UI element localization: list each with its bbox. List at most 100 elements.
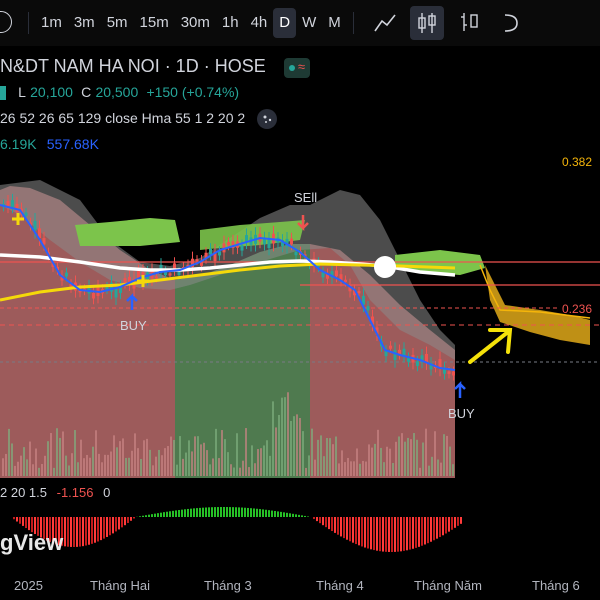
volume-bar	[56, 428, 58, 476]
volume-bar	[278, 414, 280, 476]
candle	[65, 272, 68, 277]
macd-bar	[337, 517, 339, 535]
bars-icon[interactable]	[452, 6, 486, 40]
volume-bar	[389, 448, 391, 476]
macd-bar	[388, 517, 390, 552]
volume-bar	[182, 458, 184, 476]
volume-bar	[269, 455, 271, 476]
volume-bar	[263, 445, 265, 476]
volume-bar	[281, 397, 283, 476]
volume-bar	[200, 444, 202, 476]
macd-bar	[403, 517, 405, 551]
volume-bar	[344, 462, 346, 476]
volume-bar	[14, 465, 16, 476]
volume-bar	[83, 458, 85, 476]
macd-bar	[289, 513, 291, 517]
volume-bar	[68, 465, 70, 476]
volume-bar	[371, 447, 373, 476]
plus-icon	[0, 11, 12, 33]
macd-params[interactable]: 2 20 1.5	[0, 485, 47, 500]
macd-bar	[400, 517, 402, 552]
volume-bar	[320, 435, 322, 476]
candle	[452, 371, 455, 376]
volume-bar	[443, 434, 445, 476]
timeframe-5m[interactable]: 5m	[101, 8, 134, 38]
price-chart[interactable]: SEll BUY BUY	[0, 170, 600, 570]
tradingview-logo[interactable]: gView	[0, 530, 63, 556]
indicator-legend: 26 52 26 65 129 close Hma 55 1 2 20 2	[0, 109, 278, 129]
timeframe-3m[interactable]: 3m	[68, 8, 101, 38]
volume-bar	[116, 447, 118, 476]
volume-bar	[17, 461, 19, 476]
macd-bar	[121, 517, 123, 528]
macd-bar	[298, 514, 300, 517]
volume-bar	[236, 433, 238, 476]
timeframe-M[interactable]: M	[322, 8, 347, 38]
volume-bar	[437, 459, 439, 476]
macd-bar	[301, 515, 303, 517]
macd-bar	[304, 515, 306, 517]
x-label-may: Tháng Năm	[414, 578, 482, 593]
time-axis[interactable]: 2025 Tháng Hai Tháng 3 Tháng 4 Tháng Năm…	[0, 568, 600, 600]
timeframe-30m[interactable]: 30m	[175, 8, 216, 38]
macd-bar	[112, 517, 114, 534]
volume-bar	[404, 441, 406, 476]
macd-bar	[442, 517, 444, 536]
volume-bar	[380, 447, 382, 476]
volume-bar	[194, 436, 196, 476]
volume-bar	[149, 449, 151, 476]
macd-bar	[148, 514, 150, 517]
macd-bar	[352, 517, 354, 543]
timeframe-1m[interactable]: 1m	[35, 8, 68, 38]
volume-bar	[203, 442, 205, 476]
volume-bar	[377, 429, 379, 476]
volume-bar	[215, 428, 217, 476]
macd-bar	[157, 513, 159, 517]
macd-bar	[145, 515, 147, 517]
macd-bar	[424, 517, 426, 545]
candle	[240, 245, 244, 251]
candle	[24, 212, 28, 216]
macd-bar	[256, 508, 258, 517]
volume-bar	[332, 444, 334, 476]
volume-bar	[134, 433, 136, 476]
volume-bar	[326, 437, 328, 476]
volume-bar	[422, 442, 424, 476]
volume-bar	[155, 456, 157, 476]
volume-bar	[383, 462, 385, 476]
macd-bar	[241, 507, 243, 517]
add-symbol-button[interactable]	[0, 0, 22, 46]
more-icon[interactable]	[494, 6, 528, 40]
macd-bar	[391, 517, 393, 552]
macd-bar	[211, 507, 213, 517]
volume-bar	[173, 439, 175, 476]
x-label-feb: Tháng Hai	[90, 578, 150, 593]
timeframe-W[interactable]: W	[296, 8, 322, 38]
macd-bar	[97, 517, 99, 542]
macd-bar	[208, 507, 210, 517]
macd-bar	[379, 517, 381, 552]
macd-bar	[169, 511, 171, 517]
timeframe-4h[interactable]: 4h	[245, 8, 274, 38]
symbol-title[interactable]: N&DT NAM HA NOI · 1D · HOSE	[0, 56, 266, 76]
volume-bar	[5, 453, 7, 476]
settings-icon[interactable]	[257, 109, 278, 129]
volume-bar	[356, 448, 358, 476]
candle	[416, 361, 419, 366]
volume-bar	[65, 455, 67, 476]
symbol-legend: N&DT NAM HA NOI · 1D · HOSE ≈	[0, 56, 310, 79]
close-label: C	[81, 84, 92, 100]
candles-icon[interactable]	[409, 6, 444, 40]
macd-bar	[238, 507, 240, 517]
timeframe-15m[interactable]: 15m	[134, 8, 175, 38]
macd-bar	[439, 517, 441, 538]
timeframe-D[interactable]: D	[273, 8, 297, 38]
line-chart-icon[interactable]	[368, 6, 402, 40]
volume-bar	[101, 462, 103, 476]
indicator-params[interactable]: 26 52 26 65 129 close Hma 55 1 2 20 2	[0, 110, 245, 126]
macd-bar	[88, 517, 90, 545]
timeframe-1h[interactable]: 1h	[216, 8, 245, 38]
volume-bar	[284, 397, 286, 476]
timeframe-list: 1m 3m 5m 15m 30m 1h 4h D W M	[35, 8, 347, 38]
volume-bar	[23, 447, 25, 476]
